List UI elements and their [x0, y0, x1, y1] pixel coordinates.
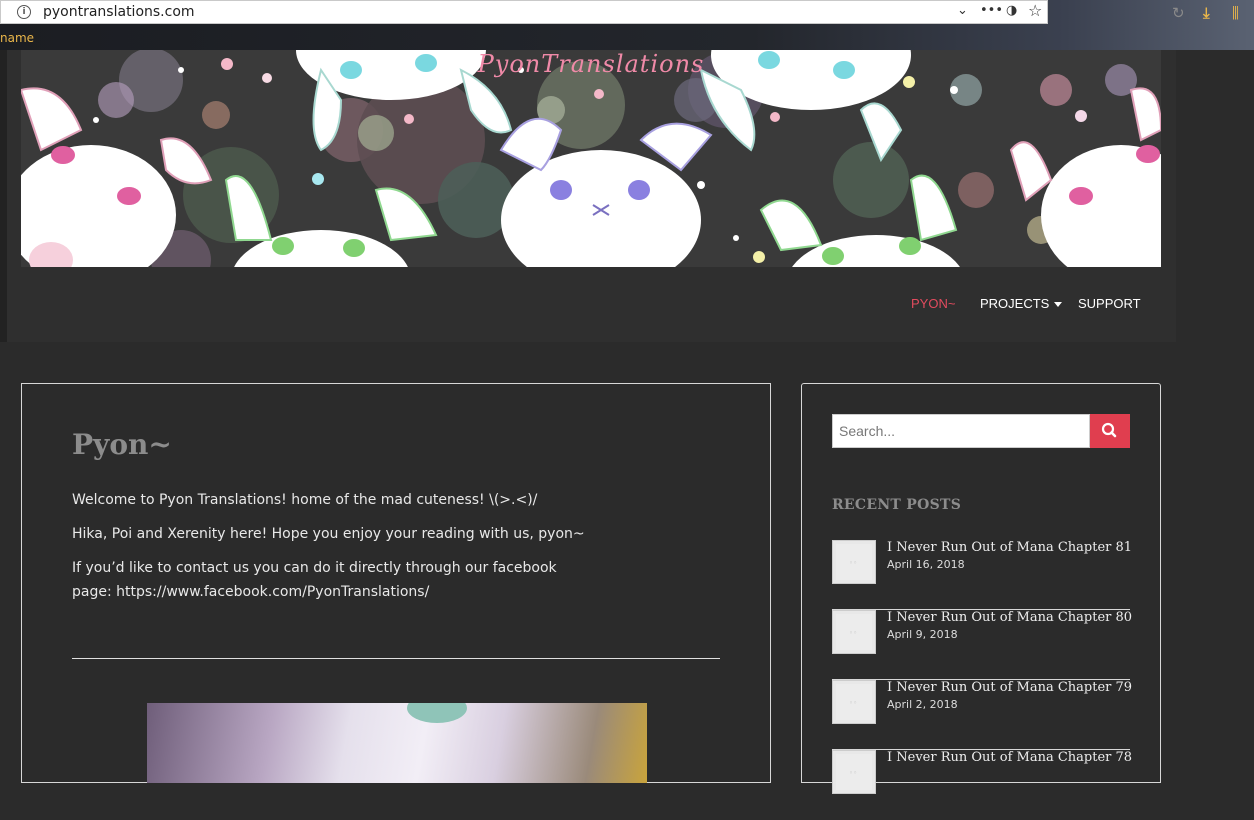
refresh-icon[interactable]: ↻ [1172, 4, 1185, 22]
search-button[interactable] [1090, 414, 1130, 448]
nav-item-pyon[interactable]: PYON~ [911, 296, 955, 311]
welcome-paragraph: Welcome to Pyon Translations! home of th… [72, 492, 538, 508]
nav-item-projects[interactable]: PROJECTS [980, 296, 1063, 311]
caret-down-icon [1054, 302, 1063, 308]
post-title-link[interactable]: I Never Run Out of Mana Chapter 81 [887, 540, 1132, 555]
header-banner[interactable]: PyonTranslations [21, 50, 1161, 267]
contact-paragraph-line2[interactable]: page: https://www.facebook.com/PyonTrans… [72, 584, 429, 600]
post-date: April 9, 2018 [887, 628, 958, 641]
image-detail [407, 703, 467, 723]
page-title: Pyon~ [72, 428, 172, 461]
main-content: Pyon~ Welcome to Pyon Translations! home… [21, 383, 771, 783]
nav-item-label: PROJECTS [980, 296, 1050, 311]
download-icon[interactable]: ⤓ [1203, 4, 1210, 22]
library-icon[interactable]: ⫼ [1232, 4, 1239, 22]
info-icon[interactable]: i [17, 5, 31, 19]
post-thumbnail[interactable]: ◦◦ [832, 540, 876, 584]
more-icon[interactable]: ••• [980, 3, 1003, 18]
nav-item-support[interactable]: SUPPORT [1078, 296, 1141, 311]
browser-chrome: i pyontranslations.com ⌄ ••• ◑ ☆ ↻ ⤓ ⫼ n… [0, 0, 1254, 50]
chevron-down-icon[interactable]: ⌄ [957, 3, 968, 18]
post-title-link[interactable]: I Never Run Out of Mana Chapter 78 [887, 750, 1132, 765]
recent-post-item[interactable]: ◦◦ I Never Run Out of Mana Chapter 80 Ap… [832, 610, 1132, 680]
contact-paragraph-line1: If you’d like to contact us you can do i… [72, 560, 557, 576]
content-divider [72, 658, 720, 659]
featured-image [147, 703, 647, 783]
address-bar[interactable]: i pyontranslations.com ⌄ ••• ◑ ☆ [0, 0, 1048, 24]
pocket-icon[interactable]: ◑ [1006, 3, 1017, 18]
banner-artwork [21, 50, 1161, 267]
post-thumbnail[interactable]: ◦◦ [832, 750, 876, 794]
post-title-link[interactable]: I Never Run Out of Mana Chapter 80 [887, 610, 1132, 625]
post-thumbnail[interactable]: ◦◦ [832, 680, 876, 724]
post-date: April 16, 2018 [887, 558, 965, 571]
search-input[interactable] [832, 414, 1090, 448]
recent-post-item[interactable]: ◦◦ I Never Run Out of Mana Chapter 78 [832, 750, 1132, 820]
recent-post-item[interactable]: ◦◦ I Never Run Out of Mana Chapter 81 Ap… [832, 540, 1132, 610]
post-thumbnail[interactable]: ◦◦ [832, 610, 876, 654]
recent-post-item[interactable]: ◦◦ I Never Run Out of Mana Chapter 79 Ap… [832, 680, 1132, 750]
sidebar: RECENT POSTS ◦◦ I Never Run Out of Mana … [801, 383, 1161, 794]
post-date: April 2, 2018 [887, 698, 958, 711]
star-icon[interactable]: ☆ [1028, 1, 1042, 20]
search-icon [1101, 422, 1117, 438]
main-nav: PYON~ PROJECTS SUPPORT [0, 296, 1176, 316]
site-title[interactable]: PyonTranslations [21, 50, 1161, 78]
url-text[interactable]: pyontranslations.com [43, 4, 195, 20]
recent-posts-heading: RECENT POSTS [832, 497, 962, 513]
post-title-link[interactable]: I Never Run Out of Mana Chapter 79 [887, 680, 1132, 695]
bookmark-item[interactable]: name [0, 31, 34, 45]
intro-paragraph: Hika, Poi and Xerenity here! Hope you en… [72, 526, 585, 542]
